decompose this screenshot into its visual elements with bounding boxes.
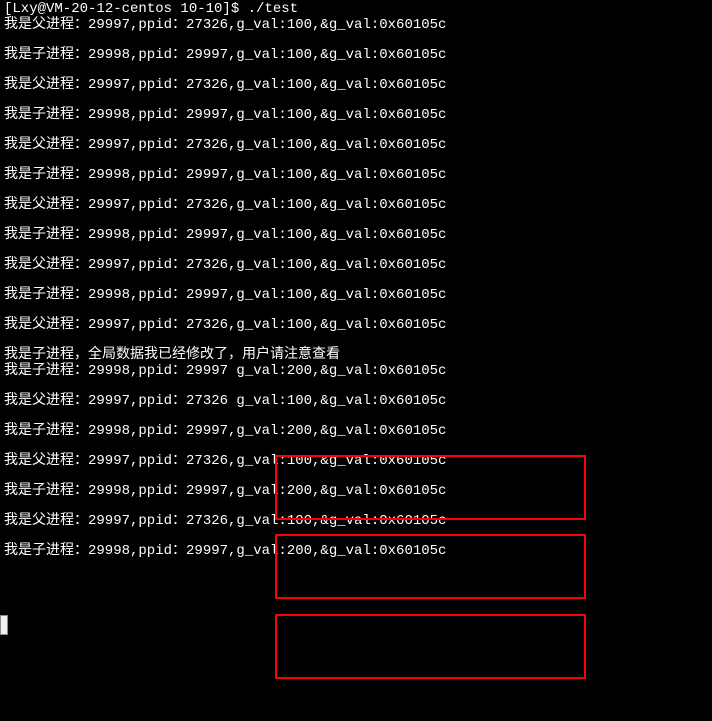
output-line: 我是子进程：29998,ppid：29997,g_val:100,&g_val:… [4,167,708,183]
blank-line [4,33,708,47]
shell-prompt-line: [Lxy@VM-20-12-centos 10-10]$ ./test [4,2,708,17]
output-line: 我是父进程：29997,ppid：27326 g_val:100,&g_val:… [4,393,708,409]
output-line: 我是父进程：29997,ppid：27326,g_val:100,&g_val:… [4,453,708,469]
output-line: 我是子进程：29998,ppid：29997,g_val:100,&g_val:… [4,107,708,123]
blank-line [4,243,708,257]
output-line: 我是父进程：29997,ppid：27326,g_val:100,&g_val:… [4,17,708,33]
blank-line [4,183,708,197]
blank-line [4,499,708,513]
output-line: 我是父进程：29997,ppid：27326,g_val:100,&g_val:… [4,137,708,153]
blank-line [4,409,708,423]
output-line: 我是子进程，全局数据我已经修改了，用户请注意查看 [4,347,708,363]
output-lines: 我是父进程：29997,ppid：27326,g_val:100,&g_val:… [4,17,708,559]
terminal-output[interactable]: [Lxy@VM-20-12-centos 10-10]$ ./test 我是父进… [0,0,712,561]
left-edge-tab [0,615,8,635]
blank-line [4,153,708,167]
blank-line [4,303,708,317]
blank-line [4,439,708,453]
output-line: 我是子进程：29998,ppid：29997,g_val:100,&g_val:… [4,287,708,303]
output-line: 我是父进程：29997,ppid：27326,g_val:100,&g_val:… [4,513,708,529]
highlight-box-3 [275,614,586,679]
output-line: 我是父进程：29997,ppid：27326,g_val:100,&g_val:… [4,197,708,213]
output-line: 我是子进程：29998,ppid：29997,g_val:100,&g_val:… [4,227,708,243]
output-line: 我是子进程：29998,ppid：29997,g_val:200,&g_val:… [4,483,708,499]
blank-line [4,529,708,543]
blank-line [4,63,708,77]
output-line: 我是子进程：29998,ppid：29997 g_val:200,&g_val:… [4,363,708,379]
output-line: 我是父进程：29997,ppid：27326,g_val:100,&g_val:… [4,257,708,273]
output-line: 我是子进程：29998,ppid：29997,g_val:100,&g_val:… [4,47,708,63]
blank-line [4,379,708,393]
blank-line [4,213,708,227]
blank-line [4,123,708,137]
blank-line [4,469,708,483]
output-line: 我是子进程：29998,ppid：29997,g_val:200,&g_val:… [4,543,708,559]
output-line: 我是子进程：29998,ppid：29997,g_val:200,&g_val:… [4,423,708,439]
blank-line [4,273,708,287]
output-line: 我是父进程：29997,ppid：27326,g_val:100,&g_val:… [4,77,708,93]
blank-line [4,333,708,347]
blank-line [4,93,708,107]
output-line: 我是父进程：29997,ppid：27326,g_val:100,&g_val:… [4,317,708,333]
